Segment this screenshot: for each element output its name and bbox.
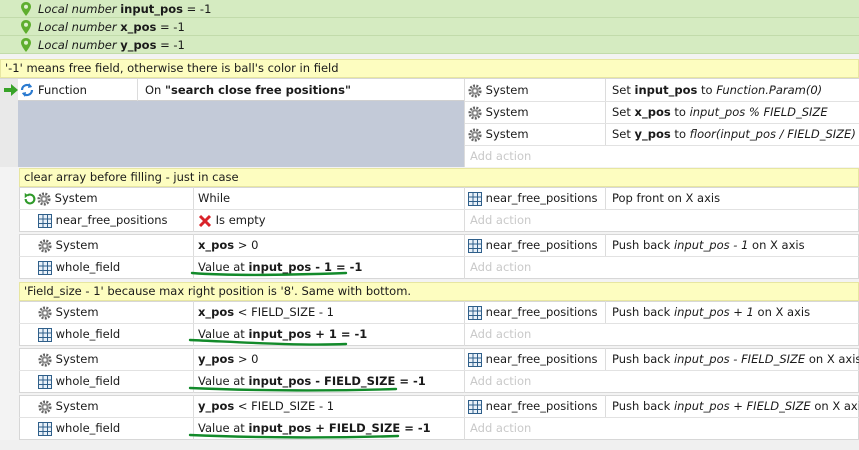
gear-icon [468,83,482,98]
action-text[interactable]: Set input_pos to Function.Param(0) [612,79,822,101]
comment-row[interactable]: clear array before filling - just in cas… [19,168,859,187]
action-text[interactable]: Push back input_pos - FIELD_SIZE on X ax… [612,348,859,370]
green-underline-annotation [188,386,398,392]
column-divider [605,395,606,417]
bottom-margin [0,440,859,450]
comment-row[interactable]: 'Field_size - 1' because max right posit… [19,282,859,301]
variable-name: x_pos [120,20,157,34]
grid-icon [38,327,52,342]
condition-object[interactable]: System [38,301,99,323]
column-divider [137,79,138,101]
local-variable-row[interactable]: Local number input_pos = -1 [0,0,859,18]
variable-type: Local number [38,38,117,52]
add-action-link[interactable]: Add action [470,323,531,345]
action-text[interactable]: Push back input_pos - 1 on X axis [612,234,805,256]
condition-object[interactable]: whole_field [38,417,120,439]
function-icon [20,83,34,97]
gear-icon [38,305,52,320]
green-underline-annotation [190,271,348,277]
row-divider [19,370,859,371]
function-name: "search close free positions" [165,83,351,97]
condition-object[interactable]: System [38,348,99,370]
variable-value: = -1 [156,38,185,52]
action-text[interactable]: Push back input_pos + FIELD_SIZE on X ax… [612,395,859,417]
column-divider [605,187,606,209]
local-variable-row[interactable]: Local number x_pos = -1 [0,18,859,36]
variable-type: Local number [38,2,117,16]
grid-icon [38,213,52,228]
action-object[interactable]: System [468,79,529,101]
column-divider [605,301,606,323]
condition-text[interactable]: While [198,187,230,209]
function-trigger[interactable]: On "search close free positions" [145,79,351,101]
condition-text[interactable]: x_pos < FIELD_SIZE - 1 [198,301,334,323]
action-object[interactable]: System [468,123,529,145]
red-x-icon [198,214,212,227]
condition-text[interactable]: y_pos > 0 [198,348,259,370]
add-action-link[interactable]: Add action [470,209,531,231]
condition-object[interactable]: System [23,187,98,209]
variable-value: = -1 [156,20,185,34]
pin-icon [21,2,31,16]
add-action-link[interactable]: Add action [470,145,531,167]
condition-text[interactable]: y_pos < FIELD_SIZE - 1 [198,395,334,417]
on-keyword: On [145,83,165,97]
grid-icon [468,191,482,206]
comment-row[interactable]: '-1' means free field, otherwise there i… [0,59,859,78]
column-divider [605,234,606,256]
pin-icon [21,38,31,52]
action-text[interactable]: Pop front on X axis [612,187,720,209]
action-object[interactable]: near_free_positions [468,234,598,256]
variable-type: Local number [38,20,117,34]
grid-icon [38,260,52,275]
condition-object[interactable]: System [38,395,99,417]
add-action-link[interactable]: Add action [470,370,531,392]
green-underline-annotation [188,338,348,346]
grid-icon [468,399,482,414]
variable-value: = -1 [182,2,212,16]
grid-icon [468,352,482,367]
gear-icon [468,127,482,142]
loop-icon [24,192,36,204]
gear-icon [468,105,482,120]
selected-event-area[interactable] [18,101,464,167]
condition-text[interactable]: Is empty [198,209,266,231]
action-text[interactable]: Push back input_pos + 1 on X axis [612,301,810,323]
action-object[interactable]: near_free_positions [468,187,598,209]
action-text[interactable]: Set y_pos to floor(input_pos / FIELD_SIZ… [612,123,856,145]
variable-name: input_pos [120,2,183,16]
gear-icon [38,399,52,414]
action-object[interactable]: near_free_positions [468,348,598,370]
condition-object[interactable]: whole_field [38,323,120,345]
column-divider [605,348,606,370]
condition-object[interactable]: System [38,234,99,256]
local-variable-row[interactable]: Local number y_pos = -1 [0,36,859,54]
row-divider [19,417,859,418]
gear-icon [38,238,52,253]
green-underline-annotation [188,433,400,439]
grid-icon [468,238,482,253]
pin-icon [21,20,31,34]
green-arrow-icon [4,84,18,96]
grid-icon [38,374,52,389]
add-action-link[interactable]: Add action [470,417,531,439]
column-divider [605,79,606,145]
condition-object[interactable]: whole_field [38,256,120,278]
action-text[interactable]: Set x_pos to input_pos % FIELD_SIZE [612,101,828,123]
row-divider [19,323,859,324]
gear-icon [38,352,52,367]
gear-icon [37,191,51,206]
grid-icon [38,421,52,436]
variable-name: y_pos [120,38,157,52]
action-object[interactable]: System [468,101,529,123]
action-object[interactable]: near_free_positions [468,301,598,323]
add-action-link[interactable]: Add action [470,256,531,278]
row-divider [19,256,859,257]
grid-icon [468,305,482,320]
function-label: Function [38,83,87,97]
condition-object[interactable]: whole_field [38,370,120,392]
condition-text[interactable]: x_pos > 0 [198,234,258,256]
action-object[interactable]: near_free_positions [468,395,598,417]
condition-object[interactable]: near_free_positions [38,209,168,231]
